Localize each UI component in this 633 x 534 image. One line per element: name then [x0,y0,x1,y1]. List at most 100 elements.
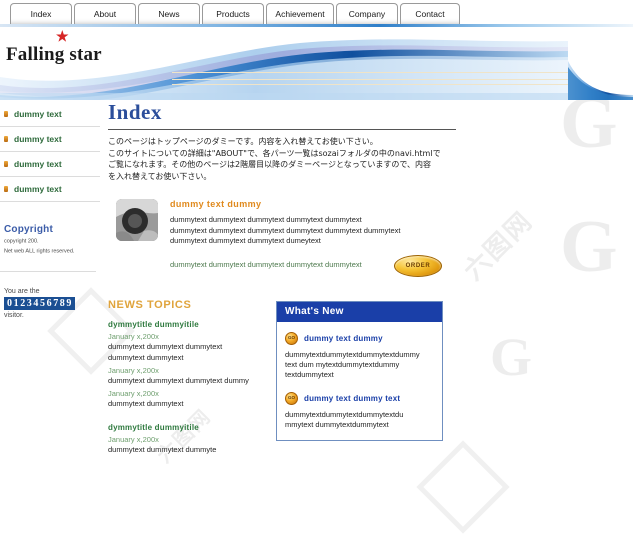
sidebar-item-label: dummy text [14,134,62,144]
copyright-heading: Copyright [4,224,54,235]
go-icon[interactable]: GO [285,391,298,405]
nav-tab-about[interactable]: About [74,3,136,24]
whats-new-item-title: dummy text dummy [304,333,383,343]
feature-heading: dummy text dummy [170,199,262,209]
site-header-banner: Falling star ★ [0,27,633,100]
counter-label: You are the [4,288,40,295]
news-group-title: dymmytitle dummyitile [108,422,199,432]
whats-new-text-line: mmytext dummytextdummytext [285,419,389,429]
go-icon[interactable]: GO [285,331,298,345]
watermark-shape [416,440,510,534]
news-topics-column: NEWS TOPICS dymmytitle dummyitile Januar… [108,299,268,455]
page-root: G G G 六图网 六图网 六图网 Index About News Produ… [0,0,633,534]
go-icon-label: GO [287,394,295,400]
sidebar-item-3[interactable]: dummy text [0,152,100,177]
sidebar-divider [0,271,96,272]
title-divider [108,129,456,130]
top-navigation: Index About News Products Achievement Co… [0,0,633,27]
nav-tab-products[interactable]: Products [202,3,264,24]
whats-new-heading: What's New [277,301,442,322]
whats-new-text-line: dummytextdummytextdummytextdummy [285,349,420,359]
sidebar: dummy text dummy text dummy text dummy t… [0,102,100,319]
bullet-icon [4,136,8,142]
page-title: Index [108,100,162,124]
visitor-counter: You are the 0123456789 visitor. [0,288,100,319]
news-date: January x,200x [108,434,159,444]
whats-new-item-header[interactable]: GO dummy text dummy [285,331,434,345]
feature-block: dummy text dummy dummytext dummytext dum… [108,199,458,277]
nav-tab-contact[interactable]: Contact [400,3,460,24]
news-text-line: dummytext dummytext dummytext [108,341,223,351]
whats-new-text-line: textdummytext [285,369,334,379]
watermark-logo: G [560,206,618,288]
news-date: January x,200x [108,331,159,341]
product-photo-graphic [116,199,158,241]
news-text-line: dummytext dummytext dummyte [108,444,217,454]
whats-new-item-header[interactable]: GO dummy text dummy text [285,391,434,405]
whats-new-item-text: dummytextdummytextdummytextdu mmytext du… [285,410,434,430]
watermark-logo: G [490,327,533,387]
go-icon-label: GO [287,334,295,340]
feature-order-row: dummytext dummytext dummytext dummytext … [170,254,458,277]
whats-new-item-title: dummy text dummy text [304,393,401,403]
feature-line-3: dummytext dummytext dummytext dumeytext [170,236,321,245]
nav-tab-index[interactable]: Index [10,3,72,24]
intro-line-4: を入れ替えてお使い下さい。 [108,171,212,181]
feature-line-2: dummytext dummytext dummytext dummytext … [170,225,401,235]
news-group-1: dymmytitle dummyitile January x,200x dum… [108,320,268,409]
news-entry[interactable]: January x,200x dummytext dummytext dummy… [108,435,268,455]
copyright-line-1: copyright 200. [4,238,39,245]
whats-new-item-text: dummytextdummytextdummytextdummy text du… [285,350,434,380]
news-entry[interactable]: January x,200x dummytext dummytext dummy… [108,366,268,386]
news-group-title: dymmytitle dummyitile [108,319,199,329]
sidebar-item-2[interactable]: dummy text [0,127,100,152]
intro-line-3: ご覧になれます。その他のページは2階層目以降のダミーページとなっていますので、内… [108,160,432,169]
news-entry[interactable]: January x,200x dummytext dummytext dummy… [108,332,268,363]
site-logo-text: Falling star [6,44,102,65]
bullet-icon [4,186,8,192]
nav-tab-list: Index About News Products Achievement Co… [10,3,462,24]
sidebar-item-label: dummy text [14,159,62,169]
news-topics-heading: NEWS TOPICS [108,298,192,311]
intro-paragraph: このページはトップページのダミーです。内容を入れ替えてお使い下さい。 このサイト… [108,136,458,182]
banner-hairline [172,79,568,80]
whats-new-body: GO dummy text dummy dummytextdummytextdu… [277,322,442,440]
nav-tab-company[interactable]: Company [336,3,398,24]
sidebar-item-1[interactable]: dummy text [0,102,100,127]
site-logo[interactable]: Falling star ★ [6,31,102,66]
banner-hairline [172,84,568,85]
sidebar-item-label: dummy text [14,184,62,194]
whats-new-panel: What's New GO dummy text dummy dummytext… [276,300,443,441]
feature-body: dummy text dummy dummytext dummytext dum… [170,199,458,277]
news-date: January x,200x [108,365,159,375]
feature-line-1: dummytext dummytext dummytext dummytext … [170,215,362,224]
order-button[interactable]: ORDER [394,254,442,277]
whats-new-text-line: text dum mytextdummytextdummy [285,359,400,369]
news-text-line: dummytext dummytext [108,398,184,408]
news-text-line: dummytext dummytext [108,352,184,362]
bullet-icon [4,161,8,167]
counter-suffix: visitor. [4,312,24,319]
copyright-block: Copyright copyright 200. Net web ALL rig… [0,224,100,255]
main-content: Index このページはトップページのダミーです。内容を入れ替えてお使い下さい。… [108,100,558,454]
sidebar-item-4[interactable]: dummy text [0,177,100,202]
intro-line-2: このサイトについての詳細は"ABOUT"で、各パーツ一覧はsozaiフォルダの中… [108,148,441,158]
copyright-line-2: Net web ALL rights reserved. [4,248,75,255]
nav-tab-achievement[interactable]: Achievement [266,3,334,24]
feature-paragraph: dummytext dummytext dummytext dummytext … [170,215,432,247]
order-button-label: ORDER [405,262,431,269]
news-date: January x,200x [108,388,159,398]
product-photo[interactable] [116,199,158,241]
news-text-line: dummytext dummytext dummytext dummy [108,375,249,385]
banner-hairline [172,72,568,73]
feature-green-text: dummytext dummytext dummytext dummytext … [170,260,362,270]
nav-tab-news[interactable]: News [138,3,200,24]
sidebar-item-label: dummy text [14,109,62,119]
whats-new-text-line: dummytextdummytextdummytextdu [285,409,404,419]
news-entry[interactable]: January x,200x dummytext dummytext [108,389,268,409]
whats-new-item-2: GO dummy text dummy text dummytextdummyt… [285,391,434,430]
news-group-2: dymmytitle dummyitile January x,200x dum… [108,423,268,455]
bullet-icon [4,111,8,117]
whats-new-item-1: GO dummy text dummy dummytextdummytextdu… [285,331,434,380]
star-icon: ★ [56,30,69,45]
